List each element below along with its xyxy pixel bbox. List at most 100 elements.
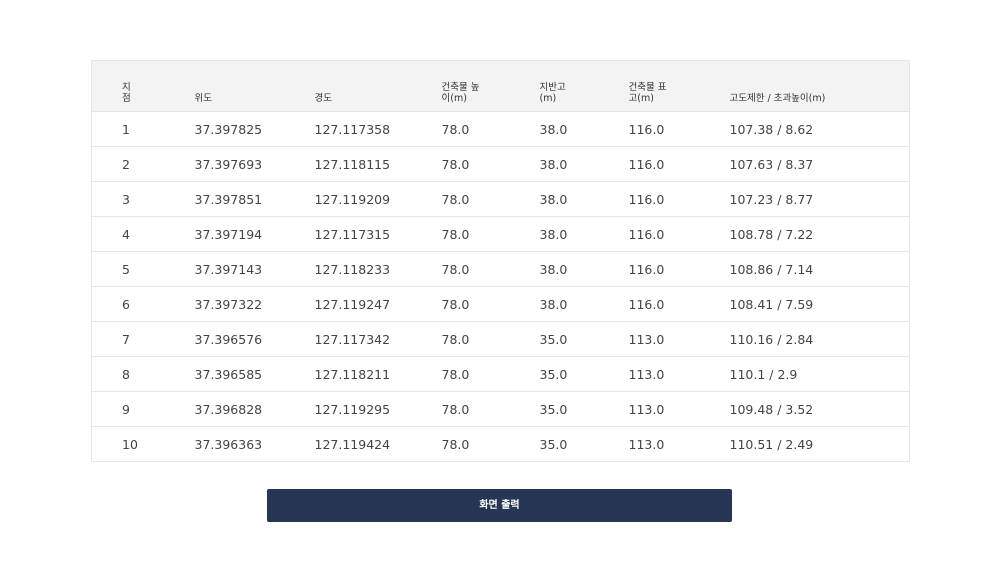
ground-height-cell: 35.0 xyxy=(539,356,629,392)
building-height-cell: 78.0 xyxy=(441,286,540,322)
header-line: 이(m) xyxy=(441,93,467,104)
building-height-cell: 78.0 xyxy=(441,216,540,252)
ground-height-cell: 35.0 xyxy=(539,391,629,427)
column-header-height-limit: 고도제한 / 초과높이(m) xyxy=(729,60,910,112)
header-line: 경도 xyxy=(314,93,332,104)
table-row: 3 37.397851 127.119209 78.0 38.0 116.0 107.23 … xyxy=(91,181,910,217)
building-height-cell: 78.0 xyxy=(441,356,540,392)
header-line: 고(m) xyxy=(628,93,654,104)
table-body: 1 37.397825 127.117358 78.0 38.0 116.0 107.38 … xyxy=(91,111,910,462)
ground-height-cell: 38.0 xyxy=(539,286,629,322)
height-limit-cell: 110.51 / 2.49 xyxy=(729,426,910,462)
header-line: 지 xyxy=(122,82,131,93)
height-limit-cell: 108.78 / 7.22 xyxy=(729,216,910,252)
ground-height-cell: 38.0 xyxy=(539,146,629,182)
height-limit-cell: 108.86 / 7.14 xyxy=(729,251,910,287)
longitude-cell: 127.119295 xyxy=(314,391,442,427)
point-cell: 9 xyxy=(91,391,195,427)
longitude-cell: 127.119247 xyxy=(314,286,442,322)
table-row: 7 37.396576 127.117342 78.0 35.0 113.0 110.16 … xyxy=(91,321,910,357)
height-limit-cell: 107.23 / 8.77 xyxy=(729,181,910,217)
point-cell: 8 xyxy=(91,356,195,392)
point-cell: 3 xyxy=(91,181,195,217)
latitude-cell: 37.397322 xyxy=(194,286,315,322)
building-height-cell: 78.0 xyxy=(441,426,540,462)
table-row: 1 37.397825 127.117358 78.0 38.0 116.0 107.38 … xyxy=(91,111,910,147)
ground-height-cell: 38.0 xyxy=(539,251,629,287)
latitude-cell: 37.397825 xyxy=(194,111,315,147)
table-row: 8 37.396585 127.118211 78.0 35.0 113.0 110.1 /… xyxy=(91,356,910,392)
building-height-cell: 78.0 xyxy=(441,391,540,427)
building-elevation-cell: 116.0 xyxy=(628,216,730,252)
building-height-cell: 78.0 xyxy=(441,181,540,217)
print-screen-button[interactable]: 화면 출력 xyxy=(267,489,732,522)
point-cell: 10 xyxy=(91,426,195,462)
building-elevation-cell: 116.0 xyxy=(628,286,730,322)
point-cell: 6 xyxy=(91,286,195,322)
height-limit-cell: 107.38 / 8.62 xyxy=(729,111,910,147)
header-line: 고도제한 / 초과높이(m) xyxy=(729,93,826,104)
latitude-cell: 37.397851 xyxy=(194,181,315,217)
column-header-longitude: 경도 xyxy=(314,60,442,112)
height-limit-cell: 110.16 / 2.84 xyxy=(729,321,910,357)
building-elevation-cell: 113.0 xyxy=(628,391,730,427)
ground-height-cell: 38.0 xyxy=(539,181,629,217)
ground-height-cell: 38.0 xyxy=(539,216,629,252)
height-limit-cell: 107.63 / 8.37 xyxy=(729,146,910,182)
table-row: 6 37.397322 127.119247 78.0 38.0 116.0 108.41 … xyxy=(91,286,910,322)
point-cell: 4 xyxy=(91,216,195,252)
ground-height-cell: 35.0 xyxy=(539,426,629,462)
building-elevation-cell: 116.0 xyxy=(628,181,730,217)
point-cell: 2 xyxy=(91,146,195,182)
building-height-cell: 78.0 xyxy=(441,111,540,147)
header-line: 위도 xyxy=(194,93,212,104)
building-elevation-cell: 113.0 xyxy=(628,356,730,392)
table-row: 5 37.397143 127.118233 78.0 38.0 116.0 108.86 … xyxy=(91,251,910,287)
latitude-cell: 37.397194 xyxy=(194,216,315,252)
ground-height-cell: 35.0 xyxy=(539,321,629,357)
longitude-cell: 127.117358 xyxy=(314,111,442,147)
column-header-building-height: 건축물 높 이(m) xyxy=(441,60,540,112)
longitude-cell: 127.118211 xyxy=(314,356,442,392)
header-line: 건축물 표 xyxy=(628,82,667,93)
point-cell: 1 xyxy=(91,111,195,147)
ground-height-cell: 38.0 xyxy=(539,111,629,147)
building-elevation-cell: 116.0 xyxy=(628,111,730,147)
point-cell: 5 xyxy=(91,251,195,287)
column-header-latitude: 위도 xyxy=(194,60,315,112)
longitude-cell: 127.117342 xyxy=(314,321,442,357)
column-header-point: 지 점 xyxy=(91,60,195,112)
height-limit-cell: 108.41 / 7.59 xyxy=(729,286,910,322)
building-elevation-cell: 113.0 xyxy=(628,321,730,357)
latitude-cell: 37.396828 xyxy=(194,391,315,427)
longitude-cell: 127.119424 xyxy=(314,426,442,462)
building-elevation-cell: 116.0 xyxy=(628,251,730,287)
longitude-cell: 127.118115 xyxy=(314,146,442,182)
table-row: 10 37.396363 127.119424 78.0 35.0 113.0 110.51… xyxy=(91,426,910,462)
header-line: 점 xyxy=(122,93,131,104)
page: 지 점 위도 경도 건축물 높 이(m) 지반고 (m) 건축물 표 고(m) … xyxy=(0,0,1000,579)
longitude-cell: 127.118233 xyxy=(314,251,442,287)
latitude-cell: 37.397693 xyxy=(194,146,315,182)
header-line: 건축물 높 xyxy=(441,82,480,93)
table-header-row: 지 점 위도 경도 건축물 높 이(m) 지반고 (m) 건축물 표 고(m) … xyxy=(91,60,910,112)
building-elevation-cell: 116.0 xyxy=(628,146,730,182)
table-row: 4 37.397194 127.117315 78.0 38.0 116.0 108.78 … xyxy=(91,216,910,252)
longitude-cell: 127.119209 xyxy=(314,181,442,217)
longitude-cell: 127.117315 xyxy=(314,216,442,252)
building-elevation-cell: 113.0 xyxy=(628,426,730,462)
point-cell: 7 xyxy=(91,321,195,357)
latitude-cell: 37.397143 xyxy=(194,251,315,287)
points-table: 지 점 위도 경도 건축물 높 이(m) 지반고 (m) 건축물 표 고(m) … xyxy=(91,60,910,462)
column-header-ground-height: 지반고 (m) xyxy=(539,60,629,112)
height-limit-cell: 109.48 / 3.52 xyxy=(729,391,910,427)
latitude-cell: 37.396363 xyxy=(194,426,315,462)
table-row: 2 37.397693 127.118115 78.0 38.0 116.0 107.63 … xyxy=(91,146,910,182)
building-height-cell: 78.0 xyxy=(441,321,540,357)
header-line: (m) xyxy=(539,93,557,104)
building-height-cell: 78.0 xyxy=(441,146,540,182)
column-header-building-elevation: 건축물 표 고(m) xyxy=(628,60,730,112)
latitude-cell: 37.396576 xyxy=(194,321,315,357)
height-limit-cell: 110.1 / 2.9 xyxy=(729,356,910,392)
latitude-cell: 37.396585 xyxy=(194,356,315,392)
